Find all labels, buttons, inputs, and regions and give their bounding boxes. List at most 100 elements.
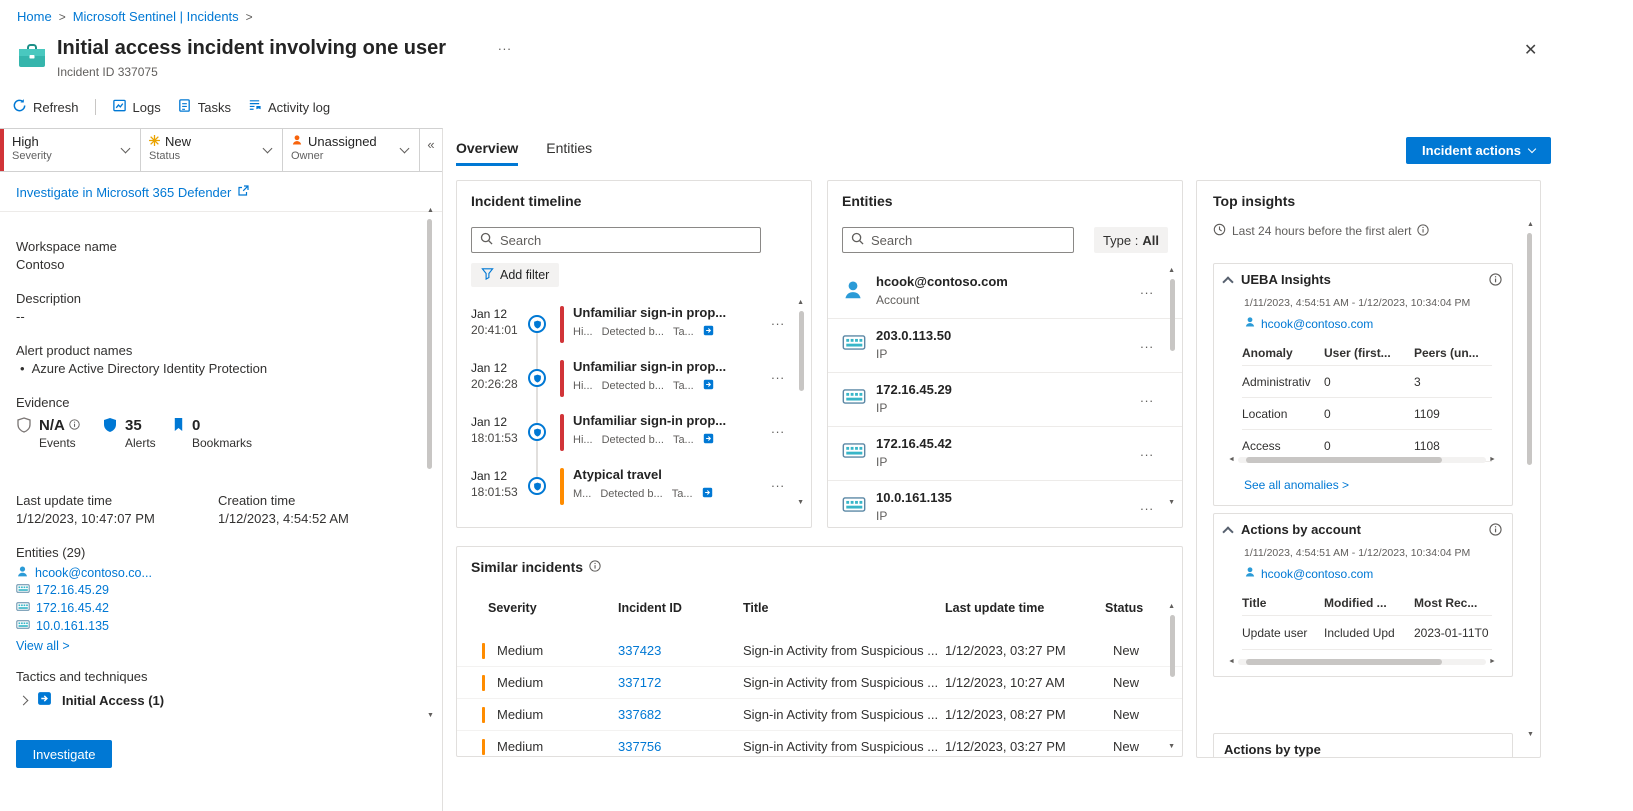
see-all-anomalies-link[interactable]: See all anomalies > — [1244, 478, 1349, 492]
info-icon[interactable] — [589, 559, 601, 575]
scroll-left-arrow[interactable]: ◄ — [1228, 456, 1235, 463]
activity-log-button[interactable]: Activity log — [247, 98, 330, 116]
incident-actions-button[interactable]: Incident actions — [1406, 137, 1551, 164]
scroll-up-arrow[interactable]: ▲ — [1168, 267, 1175, 274]
ueba-account[interactable]: hcook@contoso.com — [1244, 316, 1373, 331]
entity-row-account[interactable]: hcook@contoso.com Account ... — [828, 265, 1182, 319]
add-filter-button[interactable]: Add filter — [471, 263, 559, 287]
expand-chevron-icon[interactable] — [19, 695, 29, 705]
owner-dropdown[interactable]: Unassigned Owner — [283, 129, 420, 171]
search-input[interactable] — [500, 233, 752, 248]
status-dropdown[interactable]: New Status — [141, 129, 283, 171]
actions-by-type-header[interactable]: Actions by type — [1224, 742, 1321, 757]
scrollbar-thumb[interactable] — [799, 311, 804, 391]
more-button[interactable]: ... — [771, 313, 785, 328]
breadcrumb-home[interactable]: Home — [17, 9, 52, 24]
timeline-item[interactable]: Jan 1220:26:28 Unfamiliar sign-in prop..… — [457, 351, 811, 405]
timeline-search[interactable] — [471, 227, 761, 253]
collapse-chevron-icon[interactable] — [1222, 526, 1233, 537]
actions-by-account-header[interactable]: Actions by account — [1224, 522, 1361, 537]
refresh-button[interactable]: Refresh — [12, 98, 79, 116]
logs-button[interactable]: Logs — [112, 98, 161, 116]
actions-account[interactable]: hcook@contoso.com — [1244, 566, 1373, 581]
timeline-item[interactable]: Jan 1218:01:53 Atypical travel M... Dete… — [457, 459, 811, 513]
incident-id-link[interactable]: 337682 — [618, 707, 661, 722]
scroll-up-arrow[interactable]: ▲ — [427, 207, 434, 214]
alert-shield-icon — [528, 315, 546, 333]
scrollbar-thumb[interactable] — [1246, 659, 1442, 665]
scroll-down-arrow[interactable]: ▼ — [1527, 731, 1534, 738]
entity-row-ip[interactable]: 10.0.161.135 IP ... — [828, 481, 1182, 528]
entity-link-account[interactable]: hcook@contoso.co... — [16, 565, 152, 581]
collapse-panel-button[interactable]: « — [420, 129, 442, 171]
tab-entities[interactable]: Entities — [546, 140, 592, 166]
scroll-up-arrow[interactable]: ▲ — [797, 299, 804, 306]
ueba-insights-header[interactable]: UEBA Insights — [1224, 272, 1331, 287]
view-all-entities-link[interactable]: View all > — [16, 639, 70, 653]
scrollbar-thumb[interactable] — [1527, 233, 1532, 465]
column-incident-id[interactable]: Incident ID — [618, 601, 682, 615]
scroll-up-arrow[interactable]: ▲ — [1527, 221, 1534, 228]
scrollbar-thumb[interactable] — [1170, 279, 1175, 351]
severity-dropdown[interactable]: High Severity — [0, 129, 141, 171]
scroll-up-arrow[interactable]: ▲ — [1168, 603, 1175, 610]
column-last-update[interactable]: Last update time — [945, 601, 1044, 615]
column-severity[interactable]: Severity — [488, 601, 537, 615]
entity-row-ip[interactable]: 172.16.45.29 IP ... — [828, 373, 1182, 427]
scroll-left-arrow[interactable]: ◄ — [1228, 658, 1235, 665]
timeline-item[interactable]: Jan 1220:41:01 Unfamiliar sign-in prop..… — [457, 297, 811, 351]
incident-id-link[interactable]: 337172 — [618, 675, 661, 690]
scroll-down-arrow[interactable]: ▼ — [427, 712, 434, 719]
title-more-button[interactable]: ... — [498, 38, 512, 53]
info-icon[interactable] — [1489, 273, 1502, 289]
investigate-button[interactable]: Investigate — [16, 740, 112, 768]
defender-link[interactable]: Investigate in Microsoft 365 Defender — [16, 185, 249, 200]
horizontal-scrollbar[interactable]: ◄ ► — [1228, 456, 1496, 463]
more-button[interactable]: ... — [771, 367, 785, 382]
scrollbar-thumb[interactable] — [1246, 457, 1442, 463]
more-button[interactable]: ... — [1140, 498, 1154, 513]
info-icon[interactable] — [1417, 224, 1429, 239]
info-icon[interactable] — [1489, 523, 1502, 539]
scroll-right-arrow[interactable]: ► — [1489, 658, 1496, 665]
breadcrumb-sentinel-incidents[interactable]: Microsoft Sentinel | Incidents — [73, 9, 239, 24]
incident-id-link[interactable]: 337423 — [618, 643, 661, 658]
entity-row-ip[interactable]: 172.16.45.42 IP ... — [828, 427, 1182, 481]
more-button[interactable]: ... — [1140, 444, 1154, 459]
column-status[interactable]: Status — [1105, 601, 1143, 615]
tactic-initial-access[interactable]: Initial Access (1) — [20, 691, 164, 709]
more-button[interactable]: ... — [771, 421, 785, 436]
entity-link-ip[interactable]: 172.16.45.29 — [16, 583, 109, 597]
entity-link-ip[interactable]: 10.0.161.135 — [16, 619, 109, 633]
scrollbar-thumb[interactable] — [427, 219, 432, 469]
tasks-button[interactable]: Tasks — [177, 98, 231, 116]
similar-incident-row[interactable]: Medium 337172 Sign-in Activity from Susp… — [457, 667, 1182, 699]
entity-link-ip[interactable]: 172.16.45.42 — [16, 601, 109, 615]
scroll-down-arrow[interactable]: ▼ — [797, 499, 804, 506]
tab-overview[interactable]: Overview — [456, 140, 518, 166]
scroll-right-arrow[interactable]: ► — [1489, 456, 1496, 463]
entity-row-ip[interactable]: 203.0.113.50 IP ... — [828, 319, 1182, 373]
horizontal-scrollbar[interactable]: ◄ ► — [1228, 658, 1496, 665]
incident-page: Home > Microsoft Sentinel | Incidents > … — [0, 0, 1633, 811]
ip-icon — [16, 583, 30, 597]
more-button[interactable]: ... — [1140, 390, 1154, 405]
more-button[interactable]: ... — [771, 475, 785, 490]
similar-incident-row[interactable]: Medium 337423 Sign-in Activity from Susp… — [457, 635, 1182, 667]
more-button[interactable]: ... — [1140, 336, 1154, 351]
more-button[interactable]: ... — [1140, 282, 1154, 297]
scroll-down-arrow[interactable]: ▼ — [1168, 499, 1175, 506]
type-filter[interactable]: Type : All — [1094, 227, 1168, 253]
timeline-item[interactable]: Jan 1218:01:53 Unfamiliar sign-in prop..… — [457, 405, 811, 459]
search-input[interactable] — [871, 233, 1065, 248]
column-title[interactable]: Title — [743, 601, 768, 615]
entities-search[interactable] — [842, 227, 1074, 253]
info-icon[interactable] — [69, 417, 80, 434]
incident-id-link[interactable]: 337756 — [618, 739, 661, 754]
scrollbar-thumb[interactable] — [1170, 615, 1175, 677]
scroll-down-arrow[interactable]: ▼ — [1168, 743, 1175, 750]
similar-incident-row[interactable]: Medium 337756 Sign-in Activity from Susp… — [457, 731, 1182, 757]
similar-incident-row[interactable]: Medium 337682 Sign-in Activity from Susp… — [457, 699, 1182, 731]
collapse-chevron-icon[interactable] — [1222, 276, 1233, 287]
close-icon[interactable]: ✕ — [1522, 38, 1539, 62]
